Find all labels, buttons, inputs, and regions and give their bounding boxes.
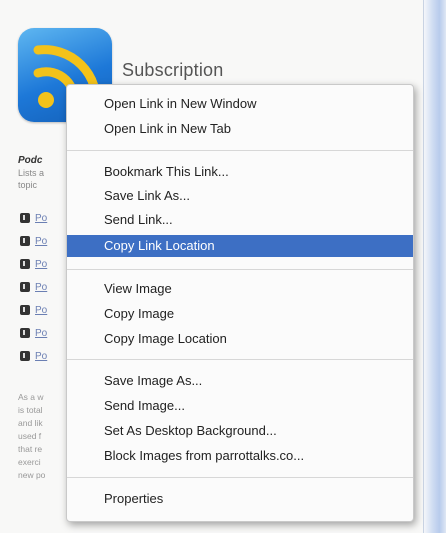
menu-item-label: Block Images from parrottalks.co...	[104, 448, 305, 463]
podcast-link[interactable]: Po	[35, 305, 47, 316]
list-item[interactable]: Po	[20, 349, 47, 363]
menu-item-view-image[interactable]: View Image	[67, 278, 413, 300]
podcast-link-icon	[20, 328, 30, 338]
menu-item-copy-image-location[interactable]: Copy Image Location	[67, 328, 413, 350]
menu-item-block-images[interactable]: Block Images from parrottalks.co...	[67, 445, 413, 467]
menu-item-properties[interactable]: Properties	[67, 488, 413, 510]
paragraph-line: that re	[18, 444, 43, 454]
list-item[interactable]: Po	[20, 303, 47, 317]
menu-item-copy-image[interactable]: Copy Image	[67, 303, 413, 325]
menu-separator	[67, 477, 413, 478]
menu-item-set-desktop-background[interactable]: Set As Desktop Background...	[67, 420, 413, 442]
podcast-link-icon	[20, 305, 30, 315]
list-item[interactable]: Po	[20, 211, 47, 225]
section-heading: Podc	[18, 155, 43, 166]
page-title: Subscription	[122, 60, 224, 80]
paragraph-line: As a w	[18, 392, 44, 402]
paragraph-line: exerci	[18, 457, 41, 467]
menu-item-label: Send Image...	[104, 398, 185, 413]
menu-item-open-link-new-tab[interactable]: Open Link in New Tab	[67, 118, 413, 140]
paragraph-line: is total	[18, 405, 43, 415]
menu-separator	[67, 359, 413, 360]
menu-item-label: Copy Image Location	[104, 331, 227, 346]
podcast-link-icon	[20, 213, 30, 223]
menu-separator	[67, 269, 413, 270]
menu-item-save-image-as[interactable]: Save Image As...	[67, 370, 413, 392]
podcast-link[interactable]: Po	[35, 236, 47, 247]
list-item[interactable]: Po	[20, 234, 47, 248]
paragraph-line: used f	[18, 431, 42, 441]
podcast-link-icon	[20, 351, 30, 361]
menu-item-bookmark-link[interactable]: Bookmark This Link...	[67, 161, 413, 183]
podcast-link-icon	[20, 259, 30, 269]
section-description: Lists a	[18, 168, 45, 178]
podcast-link[interactable]: Po	[35, 259, 47, 270]
paragraph-line: new po	[18, 470, 46, 480]
menu-item-label: Properties	[104, 491, 164, 506]
podcast-link[interactable]: Po	[35, 213, 47, 224]
menu-item-send-image[interactable]: Send Image...	[67, 395, 413, 417]
menu-item-label: Save Image As...	[104, 373, 203, 388]
paragraph-line: and lik	[18, 418, 43, 428]
scrollbar[interactable]	[423, 0, 446, 533]
podcast-link-icon	[20, 282, 30, 292]
menu-item-label: View Image	[104, 281, 172, 296]
menu-item-label: Open Link in New Tab	[104, 121, 231, 136]
menu-item-label: Copy Image	[104, 306, 175, 321]
menu-item-label: Copy Link Location	[104, 238, 215, 253]
list-item[interactable]: Po	[20, 257, 47, 271]
menu-item-label: Open Link in New Window	[104, 96, 257, 111]
menu-item-copy-link-location[interactable]: Copy Link Location	[67, 235, 413, 257]
menu-item-label: Set As Desktop Background...	[104, 423, 277, 438]
list-item[interactable]: Po	[20, 326, 47, 340]
podcast-link[interactable]: Po	[35, 351, 47, 362]
podcast-link-icon	[20, 236, 30, 246]
menu-item-label: Save Link As...	[104, 188, 190, 203]
menu-item-send-link[interactable]: Send Link...	[67, 209, 413, 231]
podcast-link[interactable]: Po	[35, 282, 47, 293]
list-item[interactable]: Po	[20, 280, 47, 294]
menu-item-label: Send Link...	[104, 212, 173, 227]
menu-item-label: Bookmark This Link...	[104, 164, 229, 179]
menu-item-open-link-new-window[interactable]: Open Link in New Window	[67, 93, 413, 115]
context-menu: Open Link in New Window Open Link in New…	[66, 84, 414, 522]
menu-separator	[67, 150, 413, 151]
menu-item-save-link-as[interactable]: Save Link As...	[67, 185, 413, 207]
section-description: topic	[18, 180, 38, 190]
podcast-link[interactable]: Po	[35, 328, 47, 339]
